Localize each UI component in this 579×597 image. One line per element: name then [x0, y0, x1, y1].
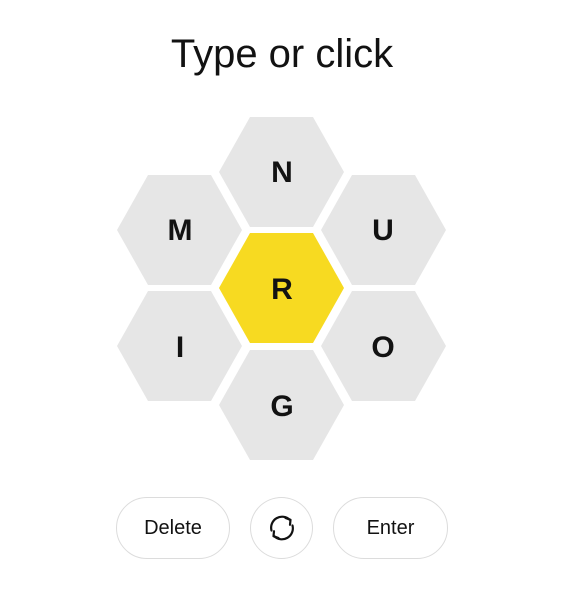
hive-cell-upper-left[interactable]: M — [117, 175, 242, 285]
hive-letter-top: N — [271, 156, 293, 189]
hive-cell-center[interactable]: R — [219, 233, 344, 343]
hive-cell-top[interactable]: N — [219, 117, 344, 227]
enter-button[interactable]: Enter — [333, 497, 448, 559]
hive-cell-lower-left[interactable]: I — [117, 291, 242, 401]
hive-cell-lower-right[interactable]: O — [321, 291, 446, 401]
hive-letter-upper-right: U — [372, 214, 394, 247]
hive-cell-upper-right[interactable]: U — [321, 175, 446, 285]
shuffle-icon — [269, 515, 294, 541]
delete-button[interactable]: Delete — [116, 497, 230, 559]
hive-letter-lower-left: I — [176, 331, 184, 364]
hive-letter-bottom: G — [270, 390, 293, 423]
hive-letter-lower-right: O — [371, 331, 394, 364]
hive-letter-upper-left: M — [168, 214, 193, 247]
hive-cell-bottom[interactable]: G — [219, 350, 344, 460]
hive-letter-center: R — [271, 273, 293, 306]
shuffle-button[interactable] — [250, 497, 313, 559]
